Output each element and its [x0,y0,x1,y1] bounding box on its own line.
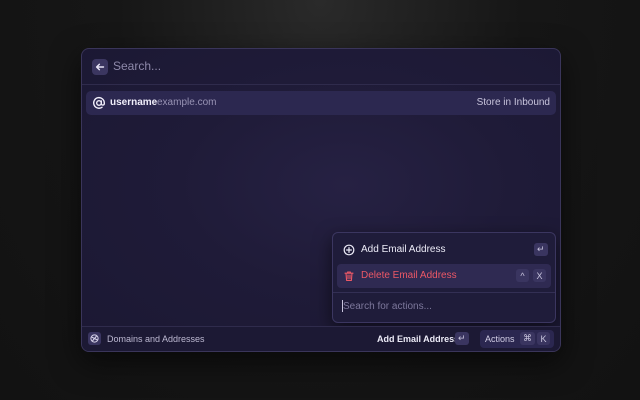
shortcut-key: X [533,269,546,282]
action-label: Add Email Address [361,244,446,255]
globe-icon [90,334,99,343]
back-button[interactable] [92,59,108,75]
delete-email-address-action[interactable]: Delete Email Address ^ X [337,264,551,288]
shortcut-key: ↵ [534,243,548,256]
list-item-accessory: Store in Inbound [476,97,550,108]
trash-icon [344,271,354,281]
actions-panel: Add Email Address ↵ Delete Email Address… [332,232,556,323]
search-bar: Search... [82,49,560,85]
actions-button-label: Actions [485,334,515,344]
shortcut-key: ^ [516,269,529,282]
shortcut-key: ↵ [455,332,469,345]
footer-title: Domains and Addresses [107,334,205,344]
actions-search-input[interactable]: Search for actions... [343,301,432,312]
add-email-address-action[interactable]: Add Email Address ↵ [337,238,551,262]
search-input[interactable]: Search... [113,59,161,73]
actions-button[interactable]: Actions ⌘ K [480,330,554,348]
arrow-left-icon [95,63,105,71]
shortcut-key: ⌘ [520,332,535,345]
footer-bar: Domains and Addresses Add Email Address … [82,326,560,351]
plus-circle-icon [343,244,355,256]
action-label: Delete Email Address [361,270,457,281]
app-window: Search... username example.com Store in … [81,48,561,352]
list-item-subtitle: example.com [157,97,217,108]
at-sign-icon [93,97,106,109]
primary-action-button[interactable]: Add Email Address [377,334,459,344]
extension-icon [88,332,101,345]
list-item[interactable]: username example.com Store in Inbound [86,91,556,115]
shortcut-key: K [537,332,550,345]
list-item-title: username [110,97,158,108]
divider [333,292,555,293]
